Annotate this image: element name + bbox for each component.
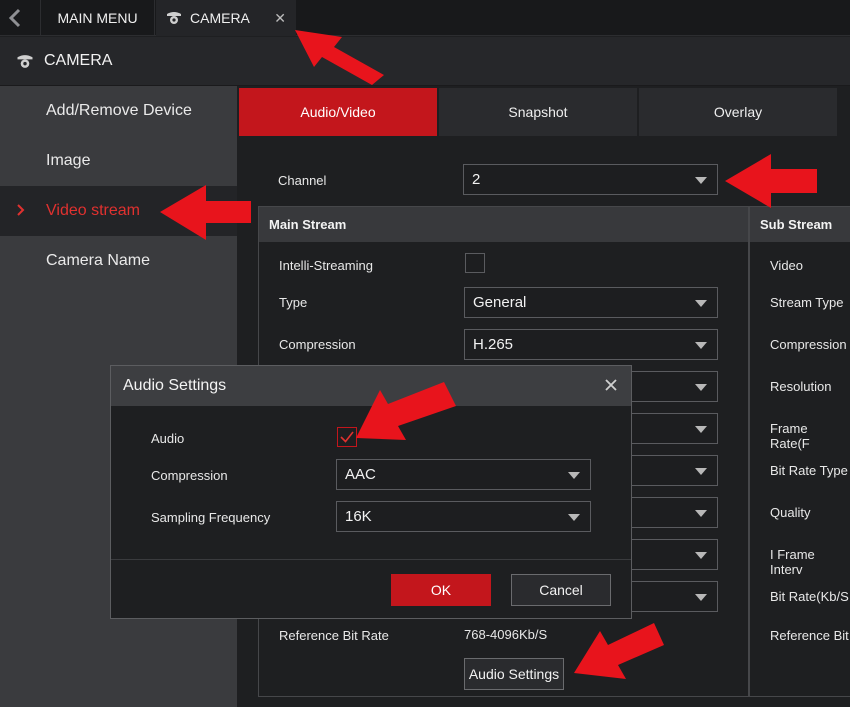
cancel-button[interactable]: Cancel bbox=[511, 574, 611, 606]
sub-bit-rate-type-label: Bit Rate Type bbox=[770, 463, 848, 478]
subtab-bar: Audio/Video Snapshot Overlay bbox=[239, 88, 839, 136]
chevron-down-icon bbox=[568, 514, 580, 521]
channel-select[interactable]: 2 bbox=[463, 164, 718, 195]
sub-reference-bit-rate-label: Reference Bit bbox=[770, 628, 849, 643]
close-icon[interactable] bbox=[603, 377, 619, 393]
chevron-down-icon bbox=[695, 342, 707, 349]
compression-label: Compression bbox=[279, 337, 356, 352]
sampling-frequency-label: Sampling Frequency bbox=[151, 510, 271, 525]
audio-settings-button-label: Audio Settings bbox=[468, 666, 560, 682]
sub-stream-title: Sub Stream bbox=[760, 217, 833, 232]
page-title: CAMERA bbox=[44, 52, 113, 69]
ok-button-label: OK bbox=[430, 582, 452, 598]
dialog-title: Audio Settings bbox=[123, 377, 227, 394]
cancel-button-label: Cancel bbox=[539, 582, 583, 598]
sampling-frequency-select[interactable]: 16K bbox=[336, 501, 591, 532]
top-bar: MAIN MENU CAMERA ✕ bbox=[0, 0, 850, 36]
audio-compression-select[interactable]: AAC bbox=[336, 459, 591, 490]
chevron-down-icon bbox=[568, 472, 580, 479]
chevron-down-icon bbox=[695, 384, 707, 391]
main-stream-title: Main Stream bbox=[269, 217, 347, 232]
chevron-down-icon bbox=[695, 552, 707, 559]
sidebar-item-camera-name[interactable]: Camera Name bbox=[0, 236, 237, 286]
page-header: CAMERA bbox=[0, 37, 850, 86]
chevron-left-icon bbox=[8, 8, 21, 28]
sidebar-item-label: Image bbox=[46, 152, 91, 169]
chevron-right-icon bbox=[17, 204, 25, 216]
reference-bit-rate-value: 768-4096Kb/S bbox=[464, 627, 548, 642]
sub-stream-panel: Sub Stream bbox=[749, 206, 850, 697]
tab-label: Snapshot bbox=[508, 104, 568, 120]
chevron-down-icon bbox=[695, 300, 707, 307]
tab-overlay[interactable]: Overlay bbox=[639, 88, 837, 136]
chevron-down-icon bbox=[695, 594, 707, 601]
tab-main-menu[interactable]: MAIN MENU bbox=[40, 0, 155, 36]
compression-value: H.265 bbox=[473, 336, 514, 353]
sidebar-item-label: Add/Remove Device bbox=[46, 102, 192, 119]
intelli-streaming-checkbox[interactable] bbox=[465, 253, 485, 273]
main-stream-header: Main Stream bbox=[259, 207, 748, 242]
checkmark-icon bbox=[340, 431, 354, 443]
sub-frame-rate-label: Frame Rate(F bbox=[770, 421, 810, 451]
channel-value: 2 bbox=[472, 171, 481, 188]
reference-bit-rate-label: Reference Bit Rate bbox=[279, 628, 389, 643]
dialog-footer-divider bbox=[111, 559, 631, 560]
type-value: General bbox=[473, 294, 527, 311]
tab-camera-label: CAMERA bbox=[190, 10, 250, 26]
type-label: Type bbox=[279, 295, 308, 310]
audio-compression-value: AAC bbox=[345, 466, 376, 483]
dvr-camera-screen: MAIN MENU CAMERA ✕ CAMERA Add/Remove Dev… bbox=[0, 0, 850, 707]
sidebar-item-add-remove-device[interactable]: Add/Remove Device bbox=[0, 86, 237, 136]
back-button[interactable] bbox=[0, 0, 30, 36]
sidebar-item-label: Video stream bbox=[46, 202, 140, 219]
sub-bit-rate-label: Bit Rate(Kb/S bbox=[770, 589, 849, 604]
sub-resolution-label: Resolution bbox=[770, 379, 832, 394]
chevron-down-icon bbox=[695, 177, 707, 184]
audio-label: Audio bbox=[151, 431, 185, 446]
close-tab-icon[interactable]: ✕ bbox=[274, 10, 286, 27]
audio-checkbox[interactable] bbox=[337, 427, 357, 447]
camera-icon bbox=[167, 12, 181, 24]
tab-snapshot[interactable]: Snapshot bbox=[439, 88, 637, 136]
sub-i-frame-interval-label: I Frame Interv bbox=[770, 547, 815, 577]
compression-select[interactable]: H.265 bbox=[464, 329, 718, 360]
camera-icon bbox=[17, 54, 33, 68]
sidebar-item-video-stream[interactable]: Video stream bbox=[0, 186, 237, 236]
intelli-streaming-label: Intelli-Streaming bbox=[279, 258, 373, 273]
sampling-frequency-value: 16K bbox=[345, 508, 372, 525]
channel-label: Channel bbox=[278, 173, 327, 188]
sub-compression-label: Compression bbox=[770, 337, 847, 352]
tab-audio-video[interactable]: Audio/Video bbox=[239, 88, 437, 136]
sub-stream-type-label: Stream Type bbox=[770, 295, 844, 310]
chevron-down-icon bbox=[695, 510, 707, 517]
ok-button[interactable]: OK bbox=[391, 574, 491, 606]
tab-camera[interactable]: CAMERA ✕ bbox=[156, 0, 296, 36]
tab-main-menu-label: MAIN MENU bbox=[57, 10, 138, 26]
sidebar-item-label: Camera Name bbox=[46, 252, 151, 269]
sidebar-item-image[interactable]: Image bbox=[0, 136, 237, 186]
chevron-down-icon bbox=[695, 426, 707, 433]
audio-settings-button[interactable]: Audio Settings bbox=[464, 658, 564, 690]
type-select[interactable]: General bbox=[464, 287, 718, 318]
chevron-down-icon bbox=[695, 468, 707, 475]
sub-video-label: Video bbox=[770, 258, 804, 273]
tab-label: Overlay bbox=[713, 104, 763, 120]
sub-stream-header: Sub Stream bbox=[750, 207, 850, 242]
dialog-compression-label: Compression bbox=[151, 468, 228, 483]
tab-label: Audio/Video bbox=[300, 104, 376, 120]
sub-quality-label: Quality bbox=[770, 505, 811, 520]
dialog-header: Audio Settings bbox=[111, 366, 631, 406]
